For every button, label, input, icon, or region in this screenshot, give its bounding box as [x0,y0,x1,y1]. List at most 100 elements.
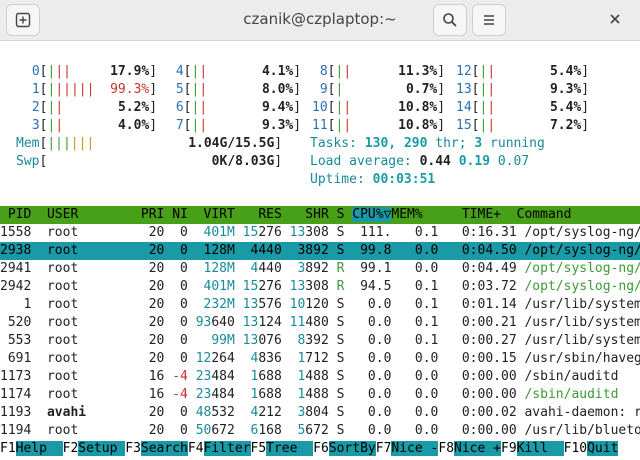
process-row[interactable]: 520 root 20 0 93640 13124 11480 S 0.0 0.… [0,314,640,332]
cpu-bracket: ] [293,118,302,133]
fkey-f6[interactable]: F6 [313,441,329,456]
proc-mem-lo: 264 [211,351,235,366]
fkey-label-f8[interactable]: Nice + [454,441,501,456]
proc-mem-hi: 10 [289,297,306,312]
proc-cpu: 0.0 [352,387,392,402]
search-button[interactable] [433,4,467,36]
proc-user: root [46,261,126,276]
fkey-label-f3[interactable]: Search [140,441,188,456]
sp [188,225,204,240]
function-key-bar: F1Help F2Setup F3SearchF4FilterF5Tree F6… [0,440,640,458]
terminal-area[interactable]: 0[||| 17.9%] 1[|||||| 99.3%] 2[|| 5.2%] … [0,41,640,460]
process-row[interactable]: 2942 root 20 0 401M 15276 13308 R 94.5 0… [0,278,640,296]
column-header-cpu[interactable]: CPU%▽ [352,207,392,222]
proc-pid: 1174 [0,387,47,402]
proc-nice: 0 [164,297,188,312]
sp [235,369,251,384]
proc-mem-percent: 0.1 [391,279,439,294]
cpu-bar-space [207,82,262,97]
cpu-percent: 4.0% [117,118,150,133]
process-row[interactable]: 1173 root 16 -4 23484 1688 1488 S 0.0 0.… [0,368,618,386]
proc-mem-lo: 276 [258,279,282,294]
fkey-f2[interactable]: F2 [63,441,79,456]
process-row[interactable]: 2941 root 20 0 128M 4440 3892 R 99.1 0.0… [0,260,640,278]
column-header-user[interactable]: USER [47,207,125,222]
proc-time: 0:04.50 [438,243,517,258]
cpu-bracket: ] [437,82,446,97]
proc-mem-percent: 0.1 [391,333,439,348]
proc-nice: 0 [164,423,188,438]
column-header-command[interactable]: Command [501,207,572,222]
fkey-label-f1[interactable]: Help [15,441,63,456]
cpu-bracket: ] [437,64,446,79]
column-header-shr[interactable]: SHR [282,207,329,222]
proc-user: root [46,279,126,294]
process-row[interactable]: 553 root 20 0 99M 13076 8392 S 0.0 0.1 0… [0,332,640,350]
fkey-f9[interactable]: F9 [501,441,517,456]
process-row[interactable]: 1194 root 20 0 50672 6168 5672 S 0.0 0.0… [0,422,640,440]
sp [188,333,211,348]
proc-cpu: 0.0 [352,315,392,330]
memory-meter: Mem[|||||| 1.04G/15.5G] [16,135,282,153]
column-header-pri[interactable]: PRI [125,207,165,222]
fkey-f8[interactable]: F8 [438,441,454,456]
cpu-bracket: ] [149,82,158,97]
fkey-label-f2[interactable]: Setup [78,441,126,456]
column-header-res[interactable]: RES [235,207,282,222]
process-row[interactable]: 691 root 20 0 12264 4836 1712 S 0.0 0.0 … [0,350,640,368]
fkey-label-f6[interactable]: SortBy [328,441,376,456]
proc-mem-lo: 804 [305,405,329,420]
process-row-selected[interactable]: 2938 root 20 0 128M 4440 3892 S 99.8 0.0… [0,242,640,260]
cpu-meter-4: 4[|| 4.1%] [168,63,301,81]
proc-nice: 0 [164,333,188,348]
cpu-meter-3: 3[|| 4.0%] [24,117,157,135]
column-header-s[interactable]: S [329,207,352,222]
mem-value: 1.04G/15.5G [94,136,275,151]
cpu-percent: 5.2% [117,100,150,115]
proc-mem-hi: 15 [242,279,259,294]
cpu-meter-10: 10[|| 10.8%] [312,99,445,117]
proc-mem-value: 401M [203,225,235,240]
cpu-bar-space [495,118,550,133]
process-row[interactable]: 1558 root 20 0 401M 15276 13308 S 111. 0… [0,224,640,242]
process-row[interactable]: 1193 avahi 20 0 48532 4212 3804 S 0.0 0.… [0,404,640,422]
fkey-label-f4[interactable]: Filter [203,441,251,456]
process-row[interactable]: 1174 root 16 -4 23484 1688 1488 S 0.0 0.… [0,386,618,404]
proc-pid: 1193 [0,405,47,420]
fkey-label-f7[interactable]: Nice - [391,441,439,456]
proc-priority: 20 [125,279,165,294]
fkey-f3[interactable]: F3 [125,441,141,456]
proc-command: /opt/syslog-ng/l [516,261,640,276]
mem-bar-cache: ||| [70,136,95,151]
proc-mem-hi: 13 [289,225,306,240]
proc-cpu: 111. [352,225,392,240]
fkey-f5[interactable]: F5 [251,441,267,456]
fkey-label-f10[interactable]: Quit [587,441,619,456]
cpu-meter-15: 15[|| 7.2%] [456,117,589,135]
proc-mem-percent: 0.0 [391,387,439,402]
fkey-f10[interactable]: F10 [564,441,587,456]
cpu-bar-system: | [199,64,208,79]
column-header-virt[interactable]: VIRT [188,207,235,222]
column-header-pid[interactable]: PID [0,207,47,222]
fkey-f4[interactable]: F4 [188,441,204,456]
proc-mem-lo: 440 [258,261,282,276]
proc-mem-lo: 488 [305,369,329,384]
load-1min: 0.44 [419,154,451,169]
proc-user: root [46,423,126,438]
column-header-ni[interactable]: NI [164,207,188,222]
fkey-label-f5[interactable]: Tree [266,441,314,456]
fkey-f7[interactable]: F7 [376,441,392,456]
process-row[interactable]: 1 root 20 0 232M 13576 10120 S 0.0 0.1 0… [0,296,640,314]
sp [235,225,243,240]
fkey-label-f9[interactable]: Kill [516,441,564,456]
proc-user: root [46,351,126,366]
fkey-f1[interactable]: F1 [0,441,16,456]
close-button[interactable] [599,4,633,36]
sp [188,369,196,384]
menu-button[interactable] [472,4,506,36]
proc-mem-hi: 23 [195,369,212,384]
proc-mem-percent: 0.0 [391,423,439,438]
column-header-mem[interactable]: MEM% [391,207,422,222]
column-header-time[interactable]: TIME+ [423,207,501,222]
